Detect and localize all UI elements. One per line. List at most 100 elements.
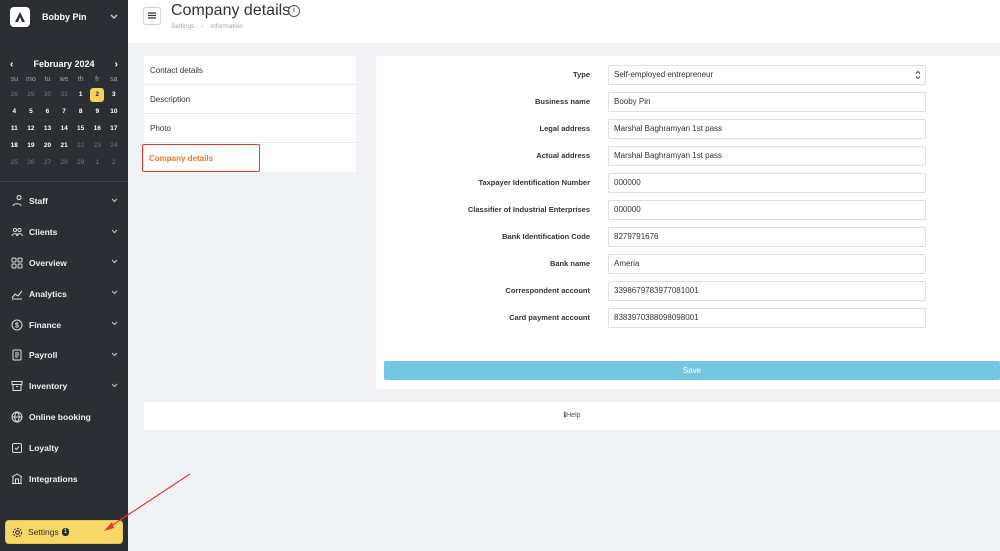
calendar-day[interactable]: 1 — [72, 86, 89, 103]
calendar-day[interactable]: 8 — [72, 103, 89, 120]
calendar-day[interactable]: 18 — [6, 137, 23, 154]
calendar-day[interactable]: 2 — [106, 154, 123, 171]
bank-name-label: Bank name — [549, 259, 590, 268]
sidebar-item-settings[interactable]: Settings 1 — [5, 520, 123, 544]
type-select[interactable]: Self-employed entrepreneur — [608, 65, 926, 85]
classifier-input[interactable]: 000000 — [608, 200, 926, 220]
sidebar-item-payroll[interactable]: Payroll — [0, 340, 128, 371]
correspondent-account-label: Correspondent account — [505, 286, 590, 295]
calendar-day[interactable]: 7 — [56, 103, 73, 120]
calendar-day[interactable]: 26 — [23, 154, 40, 171]
calendar-day[interactable]: 10 — [106, 103, 123, 120]
form-row-legal-address: Legal address Marshal Baghramyan 1st pas… — [376, 119, 1000, 139]
calendar-day[interactable]: 15 — [72, 120, 89, 137]
calendar-day[interactable]: 14 — [56, 120, 73, 137]
calendar-day[interactable]: 28 — [56, 154, 73, 171]
calendar-day[interactable]: 19 — [23, 137, 40, 154]
sidebar-item-finance[interactable]: $ Finance — [0, 309, 128, 340]
calendar-day-number: 23 — [93, 142, 101, 149]
help-link[interactable]: ℹHelp — [563, 412, 580, 419]
chevron-down-icon — [111, 198, 118, 205]
tin-input[interactable]: 000000 — [608, 173, 926, 193]
calendar-day[interactable]: 4 — [6, 103, 23, 120]
help-label: Help — [566, 412, 581, 419]
sidebar-item-loyalty[interactable]: Loyalty — [0, 432, 128, 463]
chevron-down-icon — [110, 13, 118, 22]
tab-photo[interactable]: Photo — [144, 114, 356, 143]
calendar-day[interactable]: 5 — [23, 103, 40, 120]
calendar-day[interactable]: 31 — [56, 86, 73, 103]
calendar-day[interactable]: 16 — [89, 120, 106, 137]
sidebar-item-label: Finance — [29, 319, 62, 330]
breadcrumb-separator: › — [201, 23, 204, 30]
form-row-tin: Taxpayer Identification Number 000000 — [376, 173, 1000, 193]
breadcrumb-item-information[interactable]: Information — [210, 23, 243, 30]
form-row-card-payment-account: Card payment account 8383970388098098001 — [376, 308, 1000, 328]
calendar-day[interactable]: 13 — [39, 120, 56, 137]
calendar-day[interactable]: 22 — [72, 137, 89, 154]
tab-description[interactable]: Description — [144, 85, 356, 114]
clients-icon — [10, 225, 24, 239]
calendar-day-number: 24 — [110, 142, 118, 149]
sidebar-item-integrations[interactable]: Integrations — [0, 463, 128, 494]
bic-input[interactable]: 8279791676 — [608, 227, 926, 247]
calendar-day[interactable]: 24 — [106, 137, 123, 154]
calendar-day-today[interactable]: 2 — [89, 86, 106, 103]
calendar-day[interactable]: 3 — [106, 86, 123, 103]
calendar-day-number: 29 — [77, 159, 85, 166]
sidebar-item-clients[interactable]: Clients — [0, 217, 128, 248]
calendar-day[interactable]: 23 — [89, 137, 106, 154]
tin-label: Taxpayer Identification Number — [478, 178, 590, 187]
sidebar-item-staff[interactable]: Staff — [0, 186, 128, 217]
save-button[interactable]: Save — [384, 361, 1000, 380]
calendar-day-number: 13 — [43, 125, 52, 132]
account-switcher[interactable]: Bobby Pin — [0, 0, 128, 34]
calendar-next-button[interactable]: › — [115, 59, 118, 70]
sidebar-item-label: Online booking — [29, 411, 91, 422]
calendar-day[interactable]: 25 — [6, 154, 23, 171]
card-payment-account-input[interactable]: 8383970388098098001 — [608, 308, 926, 328]
calendar-day-number: 8 — [78, 108, 83, 115]
bank-name-input[interactable]: Ameria — [608, 254, 926, 274]
calendar-day-number: 20 — [43, 142, 52, 149]
calendar-day[interactable]: 27 — [39, 154, 56, 171]
business-name-input[interactable]: Booby Pin — [608, 92, 926, 112]
calendar-day[interactable]: 21 — [56, 137, 73, 154]
legal-address-input[interactable]: Marshal Baghramyan 1st pass — [608, 119, 926, 139]
chevron-down-icon — [111, 321, 118, 328]
breadcrumb: Settings › Information — [171, 23, 243, 30]
correspondent-account-input[interactable]: 3398679783977081001 — [608, 281, 926, 301]
sidebar-item-label: Integrations — [29, 473, 78, 484]
breadcrumb-item-settings[interactable]: Settings — [171, 23, 195, 30]
sidebar-item-label: Analytics — [29, 288, 67, 299]
tab-company-details[interactable]: Company details — [142, 144, 260, 172]
form-row-bic: Bank Identification Code 8279791676 — [376, 227, 1000, 247]
actual-address-input[interactable]: Marshal Baghramyan 1st pass — [608, 146, 926, 166]
sidebar-item-analytics[interactable]: Analytics — [0, 278, 128, 309]
menu-toggle-button[interactable] — [143, 7, 161, 25]
tab-contact-details[interactable]: Contact details — [144, 56, 356, 85]
calendar-day-number: 12 — [27, 125, 35, 132]
calendar-day[interactable]: 20 — [39, 137, 56, 154]
sidebar-item-overview[interactable]: Overview — [0, 248, 128, 279]
calendar-day[interactable]: 9 — [89, 103, 106, 120]
info-icon[interactable]: i — [288, 5, 300, 17]
settings-badge: 1 — [61, 528, 70, 536]
user-name: Bobby Pin — [42, 12, 87, 22]
calendar-prev-button[interactable]: ‹ — [10, 59, 13, 70]
page-title: Company details — [171, 2, 291, 19]
calendar-month-label: February 2024 — [33, 59, 95, 69]
calendar-day[interactable]: 1 — [89, 154, 106, 171]
calendar-day[interactable]: 28 — [6, 86, 23, 103]
calendar-day[interactable]: 29 — [72, 154, 89, 171]
calendar-day[interactable]: 29 — [23, 86, 40, 103]
calendar-day[interactable]: 17 — [106, 120, 123, 137]
analytics-icon — [10, 287, 24, 301]
sidebar-item-inventory[interactable]: Inventory — [0, 371, 128, 402]
calendar-day[interactable]: 6 — [39, 103, 56, 120]
sidebar-item-online-booking[interactable]: Online booking — [0, 402, 128, 433]
calendar-day[interactable]: 12 — [23, 120, 40, 137]
calendar-day[interactable]: 30 — [39, 86, 56, 103]
chevron-down-icon — [111, 229, 118, 236]
calendar-day[interactable]: 11 — [6, 120, 23, 137]
